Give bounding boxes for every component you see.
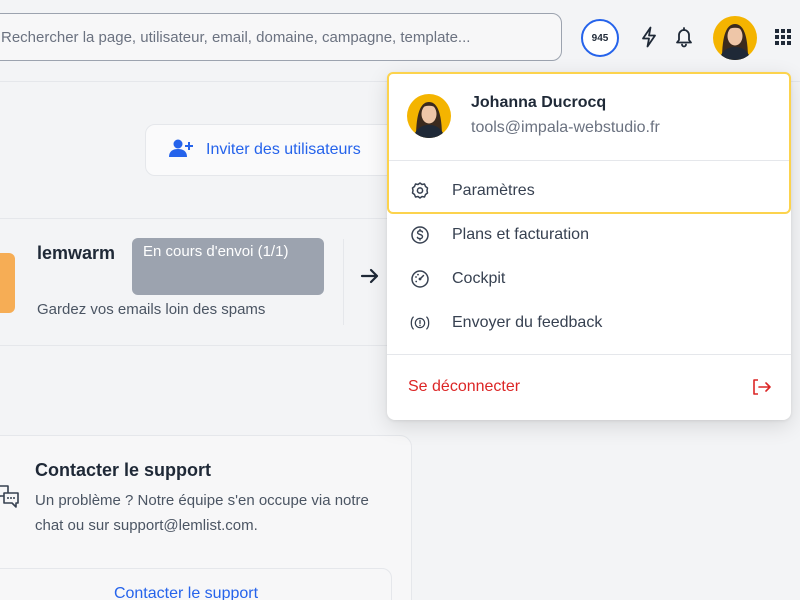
dollar-circle-icon bbox=[409, 224, 431, 246]
support-text: Un problème ? Notre équipe s'en occupe v… bbox=[35, 492, 369, 534]
divider bbox=[387, 160, 791, 161]
gear-icon bbox=[409, 180, 431, 202]
menu-item-label: Envoyer du feedback bbox=[452, 314, 603, 331]
logout-button[interactable]: Se déconnecter bbox=[387, 367, 791, 407]
logout-label: Se déconnecter bbox=[408, 378, 521, 395]
menu-item-label: Plans et facturation bbox=[452, 226, 589, 243]
divider bbox=[387, 354, 791, 355]
gauge-icon bbox=[409, 268, 431, 290]
divider bbox=[343, 239, 344, 325]
lemwarm-card[interactable]: lemwarm En cours d'envoi (1/1) Gardez vo… bbox=[0, 218, 400, 346]
lemwarm-thumbnail bbox=[0, 253, 15, 313]
lemwarm-description: Gardez vos emails loin des spams bbox=[37, 301, 266, 318]
support-title: Contacter le support bbox=[35, 460, 212, 480]
status-badge: En cours d'envoi (1/1) bbox=[132, 238, 324, 295]
menu-item-feedback[interactable]: Envoyer du feedback bbox=[387, 303, 791, 343]
search-box[interactable] bbox=[0, 13, 562, 61]
logout-icon bbox=[751, 376, 773, 398]
menu-item-cockpit[interactable]: Cockpit bbox=[387, 259, 791, 299]
invite-users-label: Inviter des utilisateurs bbox=[206, 141, 361, 158]
credits-badge[interactable]: 945 bbox=[581, 19, 619, 57]
add-user-icon bbox=[168, 138, 194, 163]
top-bar: 945 bbox=[0, 0, 800, 82]
avatar[interactable] bbox=[713, 16, 757, 60]
support-card: Contacter le support Un problème ? Notre… bbox=[0, 435, 412, 600]
menu-item-parametres[interactable]: Paramètres bbox=[387, 171, 791, 211]
chat-bubbles-icon bbox=[0, 482, 21, 515]
menu-item-label: Paramètres bbox=[452, 182, 535, 199]
arrow-right-icon[interactable] bbox=[360, 267, 380, 291]
user-email: tools@impala-webstudio.fr bbox=[471, 119, 660, 136]
contact-support-label: Contacter le support bbox=[113, 585, 259, 600]
menu-item-label: Cockpit bbox=[452, 270, 506, 287]
credits-count: 945 bbox=[591, 32, 609, 44]
feedback-icon bbox=[409, 312, 431, 334]
invite-users-button[interactable]: Inviter des utilisateurs bbox=[145, 124, 415, 176]
bell-icon[interactable] bbox=[671, 23, 697, 51]
avatar bbox=[407, 94, 451, 138]
menu-item-plans-facturation[interactable]: Plans et facturation bbox=[387, 215, 791, 255]
search-input[interactable] bbox=[1, 14, 549, 60]
user-menu-dropdown: Johanna Ducrocq tools@impala-webstudio.f… bbox=[387, 72, 791, 420]
bolt-icon[interactable] bbox=[636, 23, 662, 51]
contact-support-button[interactable]: Contacter le support bbox=[0, 568, 392, 600]
user-name: Johanna Ducrocq bbox=[471, 94, 607, 111]
lemwarm-title: lemwarm bbox=[37, 243, 116, 263]
apps-grid-icon[interactable] bbox=[770, 23, 796, 51]
